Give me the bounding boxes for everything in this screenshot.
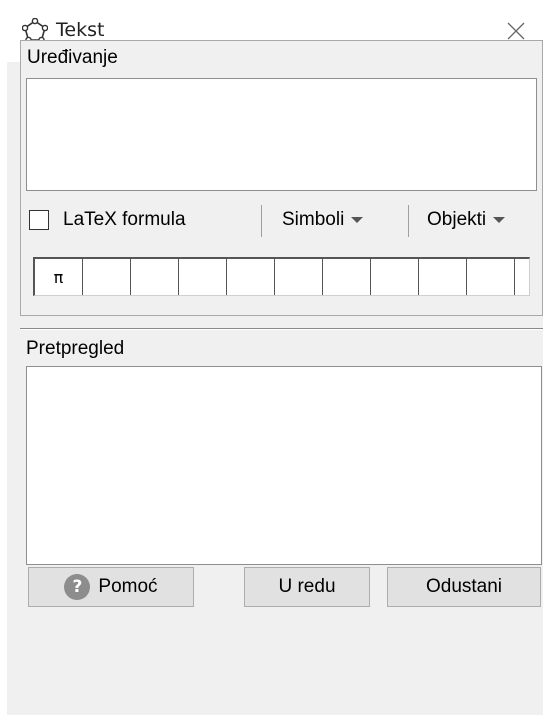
text-edit-area[interactable] [26,78,537,191]
symbol-bar: π [33,257,530,296]
edit-panel: Uređivanje LaTeX formula Simboli Objekti… [20,40,543,316]
edit-section-title: Uređivanje [27,47,118,68]
symbol-cell[interactable] [467,259,515,295]
symbol-cell[interactable]: π [35,259,83,295]
latex-checkbox[interactable] [29,210,49,230]
symbol-cell[interactable] [131,259,179,295]
question-icon: ? [64,574,91,600]
ok-button-label: U redu [278,576,336,597]
ok-button[interactable]: U redu [244,567,370,607]
chevron-down-icon [493,217,506,223]
symbol-cell[interactable] [179,259,227,295]
cancel-button[interactable]: Odustani [387,567,541,607]
cancel-button-label: Odustani [425,576,503,597]
chevron-down-icon [351,217,364,223]
symbols-label: Simboli [282,209,345,230]
preview-section-title: Pretpregled [26,338,125,359]
latex-label[interactable]: LaTeX formula [63,209,186,231]
preview-area [26,366,542,565]
toolbar-divider [261,205,262,237]
help-button[interactable]: ? Pomoć [28,567,194,607]
symbol-cell[interactable] [419,259,467,295]
objects-label: Objekti [427,209,487,230]
symbols-menu-button[interactable]: Simboli [282,209,364,231]
objects-menu-button[interactable]: Objekti [427,209,506,231]
window-title: Tekst [56,19,105,41]
symbol-cell[interactable] [371,259,419,295]
help-button-label: Pomoć [98,576,158,597]
toolbar-divider [408,205,409,237]
symbol-cell[interactable] [515,259,529,295]
edit-toolbar: LaTeX formula Simboli Objekti [27,203,538,239]
section-divider [20,328,543,330]
symbol-cell[interactable] [227,259,275,295]
symbol-cell[interactable] [323,259,371,295]
symbol-cell[interactable] [275,259,323,295]
symbol-cell[interactable] [83,259,131,295]
